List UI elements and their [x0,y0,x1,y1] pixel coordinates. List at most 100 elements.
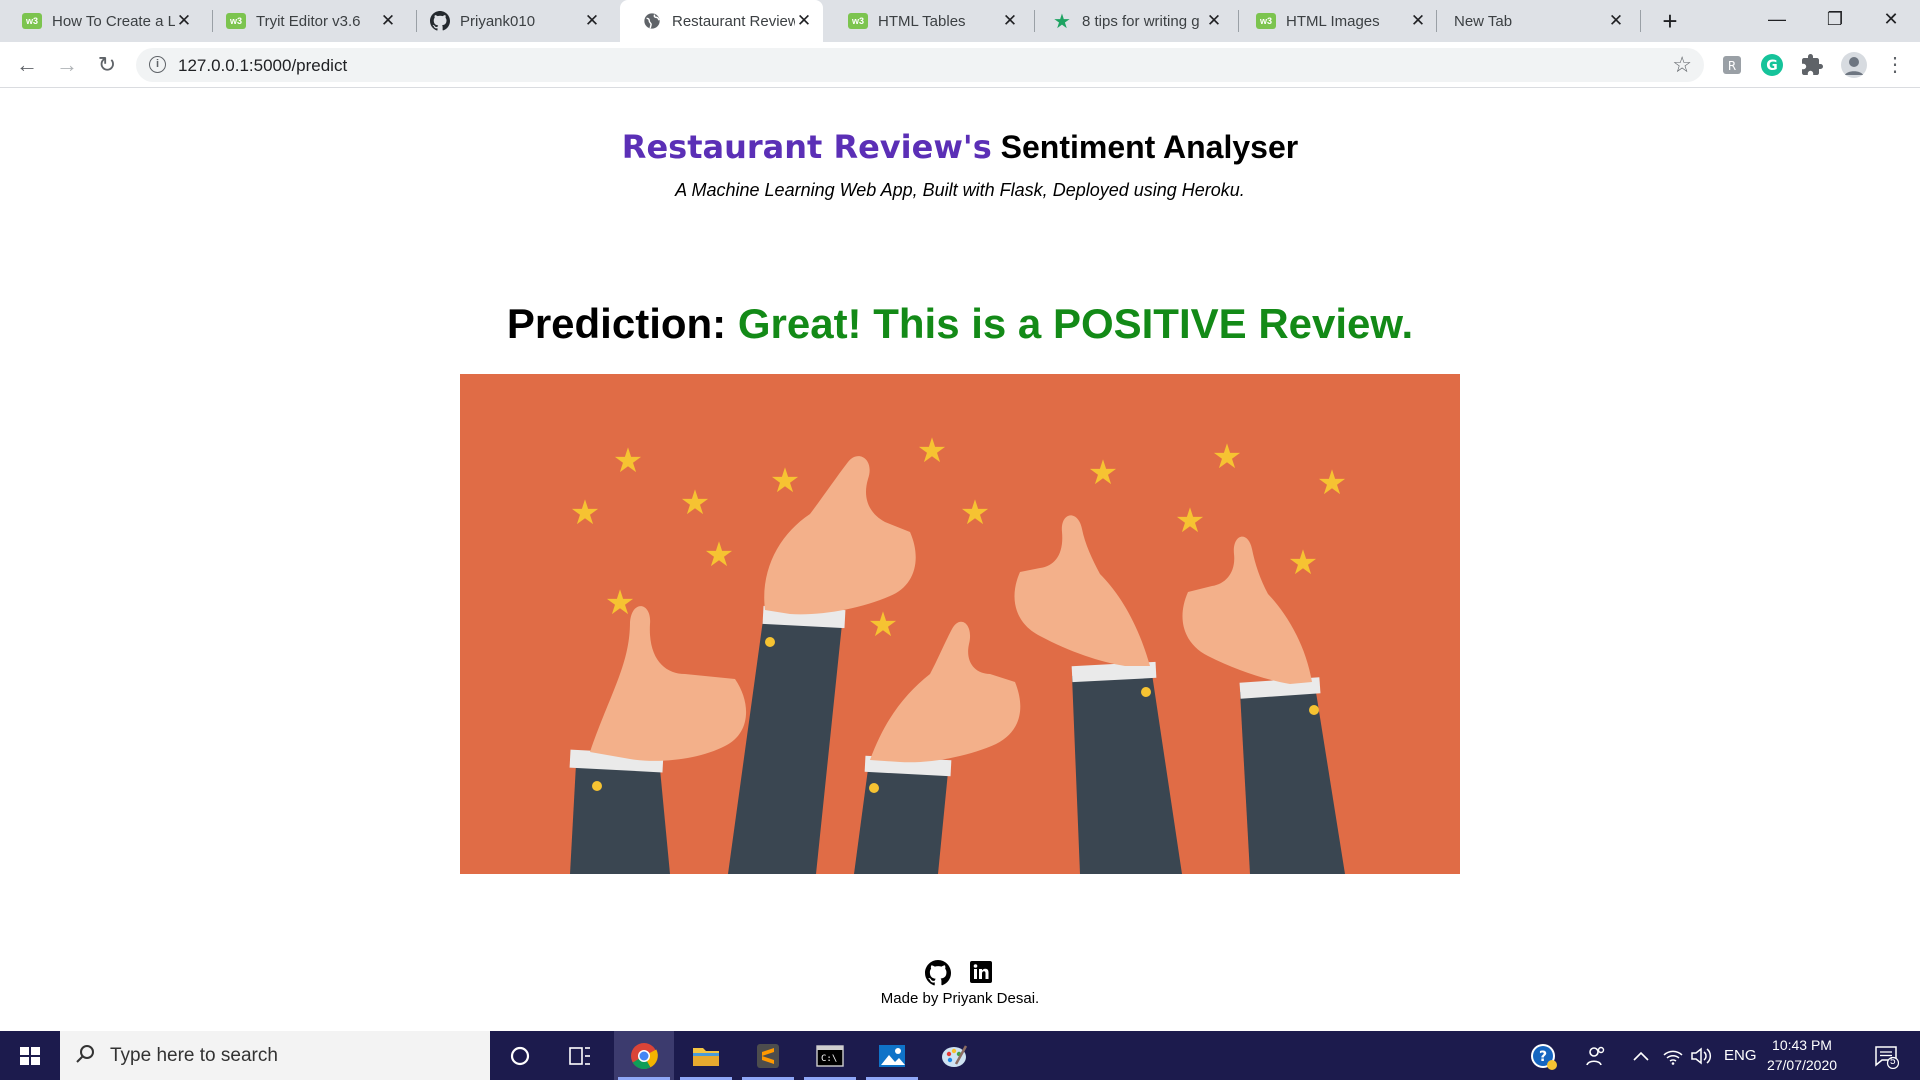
extension-icon[interactable]: R [1720,53,1744,77]
tab-tryit-editor[interactable]: w3 Tryit Editor v3.6 ✕ [204,0,407,42]
menu-dots-icon[interactable]: ⋮ [1880,50,1910,80]
language-indicator[interactable]: ENG [1724,1031,1757,1080]
svg-text:★: ★ [770,462,800,500]
tab-title: Priyank010 [460,12,536,30]
title-brand: Restaurant Review's [621,128,992,166]
close-tab-icon[interactable]: ✕ [379,11,397,31]
svg-text:C:\: C:\ [821,1054,837,1064]
prediction-result: Great! This is a POSITIVE Review. [737,300,1414,347]
new-tab-button[interactable]: + [1655,6,1685,36]
svg-text:★: ★ [1088,454,1118,492]
tab-title: 8 tips for writing g [1082,12,1200,30]
tab-title: Tryit Editor v3.6 [256,12,361,30]
wifi-icon[interactable] [1662,1031,1684,1080]
svg-text:G: G [1766,58,1778,74]
globe-icon [642,11,662,31]
prediction-label: Prediction: [506,300,727,347]
github-icon [430,11,450,31]
close-tab-icon[interactable]: ✕ [1409,11,1427,31]
prediction-heading: Prediction: Great! This is a POSITIVE Re… [0,300,1920,348]
forward-button[interactable]: → [52,50,82,80]
url-text: 127.0.0.1:5000/predict [178,56,348,75]
title-rest: Sentiment Analyser [1000,129,1299,165]
people-icon[interactable] [1585,1031,1607,1080]
tab-html-tables[interactable]: w3 HTML Tables ✕ [826,0,1029,42]
site-info-icon[interactable]: i [149,56,166,73]
tab-separator [1640,10,1641,32]
tab-title: HTML Images [1286,12,1380,30]
cortana-icon[interactable] [490,1031,550,1080]
back-button[interactable]: ← [12,50,42,80]
file-explorer-icon[interactable] [676,1031,736,1080]
paint-icon[interactable] [924,1031,984,1080]
command-prompt-icon[interactable]: C:\ [800,1031,860,1080]
windows-start-icon[interactable] [0,1031,60,1080]
tab-strip: w3 How To Create a Lo ✕ w3 Tryit Editor … [0,0,1920,42]
page-title: Restaurant Review's Sentiment Analyser [0,128,1920,166]
tab-new-tab[interactable]: New Tab ✕ [1432,0,1635,42]
taskbar-search-input[interactable]: Type here to search [60,1031,490,1080]
sublime-text-icon[interactable] [738,1031,798,1080]
show-hidden-icons-chevron-icon[interactable] [1632,1031,1650,1080]
w3schools-icon: w3 [1256,11,1276,31]
task-view-icon[interactable] [550,1031,610,1080]
svg-text:★: ★ [1175,502,1205,540]
help-icon[interactable]: ? [1528,1031,1558,1080]
linkedin-icon[interactable] [969,960,995,986]
svg-text:?: ? [1539,1049,1547,1065]
close-tab-icon[interactable]: ✕ [1607,11,1625,31]
svg-text:★: ★ [960,494,990,532]
w3schools-icon: w3 [22,11,42,31]
tab-8-tips[interactable]: ★ 8 tips for writing g ✕ [1030,0,1233,42]
tab-title: HTML Tables [878,12,966,30]
svg-text:★: ★ [570,494,600,532]
profile-avatar[interactable] [1840,51,1868,79]
svg-text:★: ★ [613,442,643,480]
star-icon: ★ [1053,10,1071,33]
svg-text:★: ★ [1317,464,1347,502]
svg-text:★: ★ [868,606,898,644]
tab-title: Restaurant Review [672,12,795,30]
w3schools-icon: w3 [226,11,246,31]
clock-date: 27/07/2020 [1766,1057,1838,1073]
github-icon[interactable] [925,960,951,986]
extensions-puzzle-icon[interactable] [1800,53,1824,77]
svg-text:★: ★ [1212,438,1242,476]
w3schools-icon: w3 [848,11,868,31]
svg-text:★: ★ [1288,544,1318,582]
reload-button[interactable]: ↻ [92,50,122,80]
minimize-button[interactable]: — [1748,0,1806,42]
close-tab-icon[interactable]: ✕ [175,11,193,31]
restore-button[interactable]: ❐ [1806,0,1864,42]
notifications-icon[interactable]: 5 [1866,1031,1906,1080]
svg-text:★: ★ [680,484,710,522]
social-links [0,960,1920,986]
tab-priyank010[interactable]: Priyank010 ✕ [408,0,611,42]
close-tab-icon[interactable]: ✕ [583,11,601,31]
close-tab-icon[interactable]: ✕ [1205,11,1223,31]
tab-how-to-create[interactable]: w3 How To Create a Lo ✕ [0,0,203,42]
tab-html-images[interactable]: w3 HTML Images ✕ [1234,0,1437,42]
notification-count: 5 [1890,1056,1896,1067]
bookmark-star-icon[interactable]: ☆ [1672,52,1692,78]
tab-restaurant-review[interactable]: Restaurant Review ✕ [620,0,823,42]
page-subtitle: A Machine Learning Web App, Built with F… [675,180,1245,200]
close-tab-icon[interactable]: ✕ [1001,11,1019,31]
grammarly-icon[interactable]: G [1760,53,1784,77]
address-bar[interactable]: i 127.0.0.1:5000/predict ☆ [136,48,1704,82]
volume-icon[interactable] [1690,1031,1712,1080]
browser-toolbar: ← → ↻ i 127.0.0.1:5000/predict ☆ R G ⋮ [0,42,1920,88]
footer-credit: Made by Priyank Desai. [880,990,1040,1007]
photos-icon[interactable] [862,1031,922,1080]
thumbs-up-illustration: ★ ★ ★ ★ ★ ★ ★ ★ ★ ★ ★ ★ ★ ★ [460,374,1460,874]
close-window-button[interactable]: ✕ [1862,0,1920,42]
close-tab-icon[interactable]: ✕ [795,11,813,31]
svg-text:★: ★ [704,536,734,574]
tab-title: New Tab [1454,12,1513,30]
page-content: Restaurant Review's Sentiment Analyser A… [0,88,1920,1031]
taskbar: Type here to search C:\ ? ENG 10:43 PM 2… [0,1031,1920,1080]
svg-text:★: ★ [605,584,635,622]
search-placeholder: Type here to search [110,1045,278,1066]
clock[interactable]: 10:43 PM 27/07/2020 [1757,1035,1847,1075]
chrome-taskbar-icon[interactable] [614,1031,674,1080]
